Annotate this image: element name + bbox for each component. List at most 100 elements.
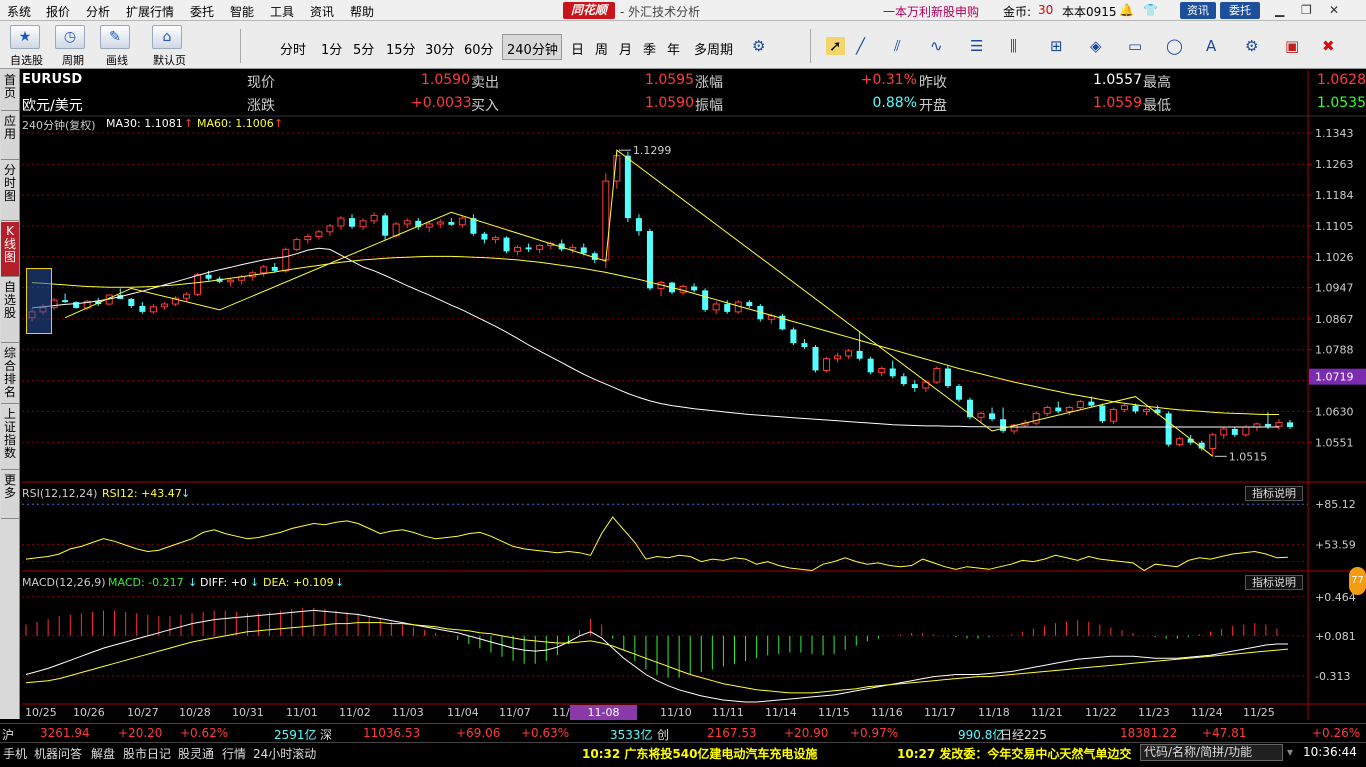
- candle-body-up: [1032, 412, 1040, 424]
- price-tick-label: 1.1263: [1315, 158, 1354, 171]
- index-change-sz: +69.06: [456, 726, 501, 740]
- highlight-box: [26, 268, 52, 334]
- candle-body-up: [536, 244, 544, 250]
- diff-legend: DIFF: +0: [200, 576, 247, 589]
- index-value-sh: 3261.94: [40, 726, 90, 740]
- candle-body-up: [260, 266, 268, 274]
- candle-body-down: [1055, 407, 1062, 412]
- scroll-badge[interactable]: 77: [1349, 567, 1366, 595]
- candle-body-down: [867, 358, 874, 373]
- status-tab-analysis[interactable]: 解盘: [91, 745, 115, 762]
- x-axis-label: 11/18: [978, 706, 1010, 719]
- index-pct-sz: +0.63%: [521, 726, 570, 740]
- ma60-legend: MA60: 1.1006: [197, 117, 274, 130]
- x-axis-label: 11/24: [1191, 706, 1223, 719]
- rsi-tick-label: +85.12: [1315, 498, 1356, 511]
- ma30-line: [31, 247, 1279, 428]
- candle-body-up: [293, 239, 301, 250]
- status-tab-24h[interactable]: 24小时滚动: [253, 745, 316, 762]
- candle-body-up: [337, 217, 345, 227]
- candle-body-up: [491, 237, 499, 241]
- candle-body-down: [271, 266, 278, 271]
- candle-body-up: [1220, 428, 1228, 436]
- news-ticker-1[interactable]: 10:32 广东将投540亿建电动汽车充电设施: [582, 745, 817, 762]
- x-axis-label: 10/28: [179, 706, 211, 719]
- candle-body-up: [304, 235, 312, 241]
- candle-body-down: [62, 300, 69, 303]
- candle-body-down: [205, 274, 212, 279]
- index-amount-cy: 990.8亿: [958, 728, 1005, 742]
- index-value-cy: 2167.53: [707, 726, 757, 740]
- arrow-down-icon: ↓: [188, 576, 198, 589]
- index-amount-sz: 3533亿: [610, 728, 653, 742]
- macd-indicator-help-button[interactable]: 指标说明: [1245, 575, 1303, 590]
- x-axis-label: 11/01: [286, 706, 318, 719]
- arrow-down-icon: ↓: [181, 487, 191, 500]
- ma30-legend: MA30: 1.1081: [106, 117, 183, 130]
- candle-body-up: [359, 220, 367, 228]
- candle-body-down: [702, 290, 709, 310]
- status-tab-mobile[interactable]: 手机: [3, 745, 27, 762]
- x-axis-label: 10/31: [232, 706, 264, 719]
- price-tick-label: 1.1343: [1315, 127, 1354, 140]
- candle-body-up: [933, 367, 941, 383]
- macd-tick-label: +0.081: [1315, 630, 1356, 643]
- rsi-indicator-help-button[interactable]: 指标说明: [1245, 486, 1303, 501]
- candle-body-down: [856, 350, 863, 359]
- candle-body-down: [580, 247, 587, 254]
- clock: 10:36:44: [1303, 745, 1357, 759]
- x-axis-label: 10/25: [25, 706, 57, 719]
- candle-body-up: [392, 223, 400, 237]
- x-axis-label: 11/10: [660, 706, 692, 719]
- candle-body-down: [139, 305, 146, 312]
- candle-body-up: [712, 303, 720, 311]
- candle-body-down: [470, 218, 477, 234]
- candle-body-down: [989, 413, 996, 420]
- candle-body-up: [845, 350, 853, 357]
- price-tick-label: 1.0867: [1315, 313, 1354, 326]
- candle-body-up: [977, 412, 985, 418]
- candle-body-down: [900, 376, 907, 385]
- candle-body-up: [1120, 405, 1128, 410]
- search-input[interactable]: 代码/名称/简拼/功能: [1140, 744, 1283, 761]
- candle-body-up: [282, 248, 290, 272]
- candle-body-up: [326, 225, 334, 233]
- index-change-nikkei: +47.81: [1202, 726, 1247, 740]
- candle-body-up: [514, 246, 522, 252]
- x-axis-label: 11/02: [339, 706, 371, 719]
- rsi-line: [25, 516, 1289, 572]
- index-pct-cy: +0.97%: [850, 726, 899, 740]
- chart-canvas[interactable]: 1.1299 1.0515 1.1343 1.1263 1.1184 1.1105 1.1…: [0, 0, 1366, 767]
- candle-body-down: [1231, 428, 1238, 435]
- candle-body-down: [812, 346, 819, 371]
- x-axis-label: 11/23: [1138, 706, 1170, 719]
- status-tab-quotes[interactable]: 行情: [222, 745, 246, 762]
- x-axis-label: 11/03: [392, 706, 424, 719]
- candle-body-up: [403, 220, 411, 225]
- current-price-label: 1.0719: [1315, 371, 1354, 384]
- x-axis-label: 11/14: [765, 706, 797, 719]
- candle-body-up: [878, 367, 886, 373]
- candle-body-down: [525, 247, 532, 250]
- arrow-down-icon: ↓: [250, 576, 260, 589]
- chevron-down-icon[interactable]: ▾: [1287, 745, 1293, 759]
- zigzag-line: [64, 149, 1214, 457]
- candle-body-down: [1287, 422, 1293, 428]
- candle-body-up: [315, 231, 323, 237]
- candle-body-down: [944, 368, 951, 387]
- candle-body-up: [1065, 407, 1073, 412]
- arrow-up-icon: ↑: [184, 117, 194, 130]
- candle-body-up: [194, 274, 202, 295]
- candle-body-up: [823, 358, 831, 371]
- x-axis-label: 11/11: [712, 706, 744, 719]
- status-tab-robot-qa[interactable]: 机器问答: [34, 745, 82, 762]
- status-tab-diary[interactable]: 股市日记: [123, 745, 171, 762]
- candle-body-up: [1242, 426, 1250, 436]
- candle-body-down: [955, 386, 962, 400]
- candle-body-down: [911, 384, 918, 388]
- status-tab-guling[interactable]: 股灵通: [178, 745, 214, 762]
- market-ticker: 沪 3261.94 +20.20 +0.62% 2591亿 深 11036.53…: [0, 723, 1366, 742]
- news-ticker-2[interactable]: 10:27 发改委：今年交易中心天然气单边交: [897, 745, 1131, 762]
- index-change-cy: +20.90: [784, 726, 829, 740]
- candle-body-down: [646, 231, 653, 289]
